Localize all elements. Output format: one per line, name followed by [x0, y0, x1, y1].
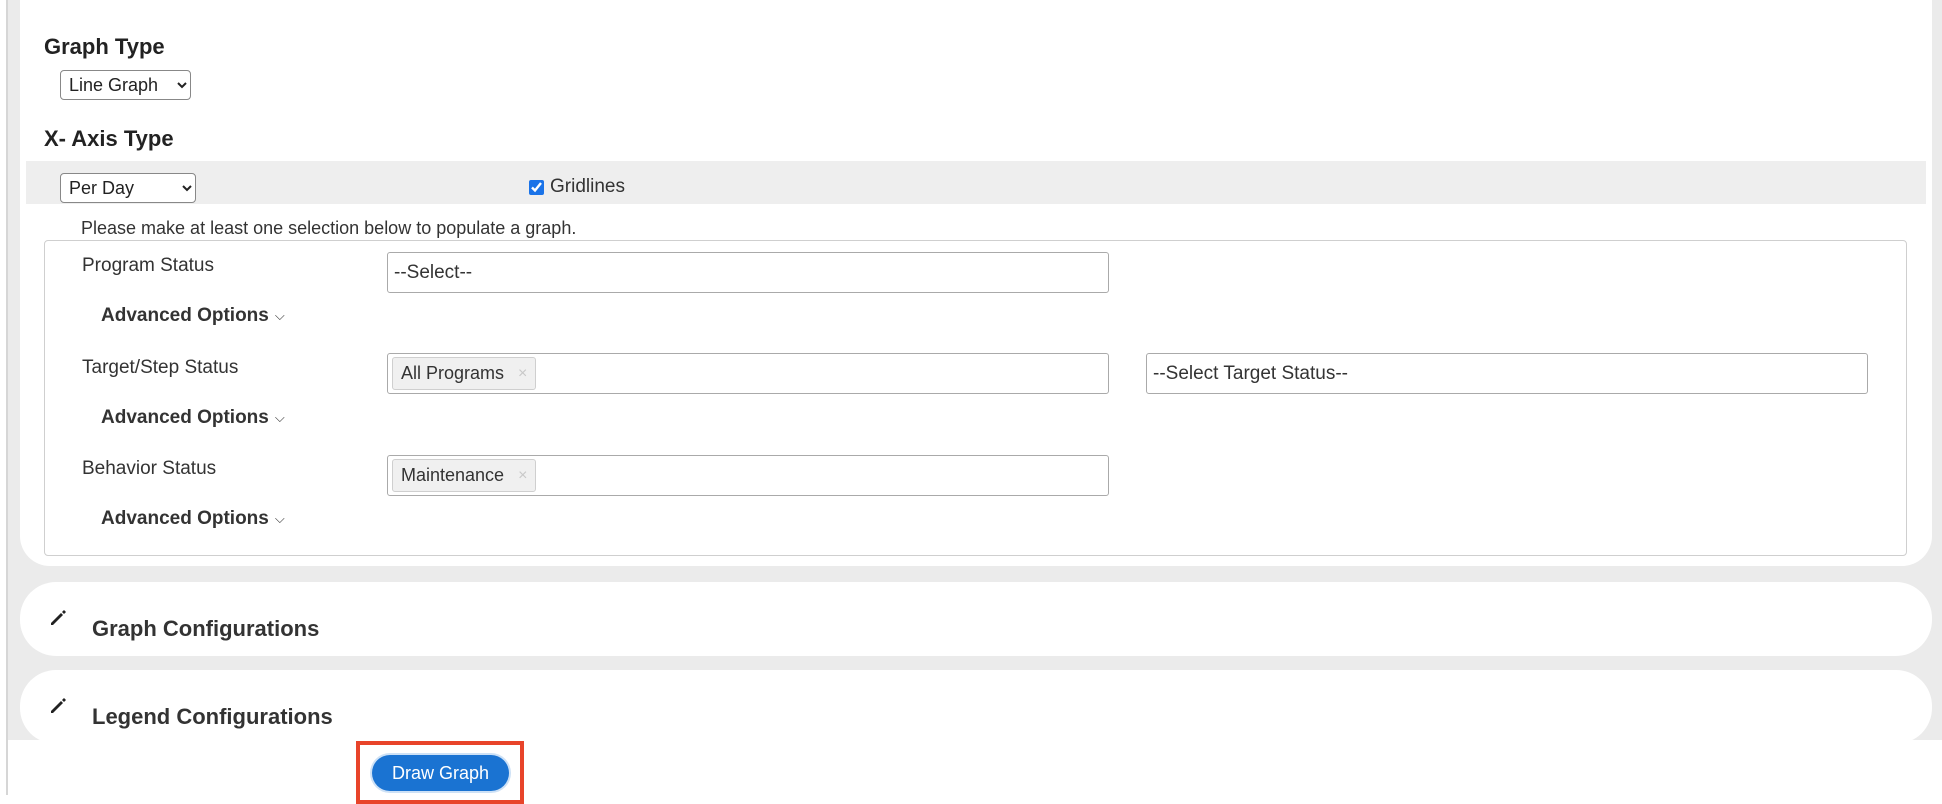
program-status-placeholder: --Select--	[394, 261, 473, 283]
x-axis-type-title: X- Axis Type	[44, 126, 174, 151]
x-axis-type-select[interactable]: Per Day	[60, 173, 196, 203]
chip-remove-icon[interactable]: ×	[518, 467, 527, 485]
selected-chip: All Programs ×	[392, 357, 537, 390]
chevron-down-icon: ⌵	[274, 410, 285, 425]
behavior-status-label: Behavior Status	[82, 458, 217, 479]
target-status-placeholder: --Select Target Status--	[1153, 362, 1349, 384]
advanced-options-label: Advanced Options	[101, 407, 269, 428]
chip-remove-icon[interactable]: ×	[518, 365, 527, 383]
advanced-options-label: Advanced Options	[101, 305, 269, 326]
x-axis-options-bar	[26, 161, 1926, 204]
graph-configurations-title[interactable]: Graph Configurations	[92, 616, 319, 642]
advanced-options-label: Advanced Options	[101, 508, 269, 529]
target-step-status-select[interactable]: All Programs ×	[387, 353, 1109, 394]
target-step-advanced-options[interactable]: Advanced Options ⌵	[101, 407, 285, 429]
gridlines-checkbox[interactable]	[529, 179, 544, 195]
behavior-status-select[interactable]: Maintenance ×	[387, 455, 1109, 496]
chip-label: Maintenance	[401, 465, 505, 485]
selected-chip: Maintenance ×	[392, 459, 537, 492]
graph-type-title: Graph Type	[44, 34, 165, 59]
gridlines-toggle[interactable]: Gridlines	[529, 176, 625, 198]
chevron-down-icon: ⌵	[274, 511, 285, 526]
graph-type-select[interactable]: Line Graph	[60, 70, 191, 100]
draw-graph-button[interactable]: Draw Graph	[372, 755, 509, 791]
selection-note: Please make at least one selection below…	[81, 218, 577, 238]
pencil-icon[interactable]	[48, 608, 68, 628]
pencil-icon[interactable]	[48, 696, 68, 716]
target-step-status-label: Target/Step Status	[82, 357, 239, 378]
program-status-label: Program Status	[82, 255, 214, 276]
page: Graph Type Line Graph X- Axis Type Per D…	[0, 0, 1942, 804]
behavior-status-advanced-options[interactable]: Advanced Options ⌵	[101, 508, 285, 530]
chevron-down-icon: ⌵	[274, 308, 285, 323]
legend-configurations-title[interactable]: Legend Configurations	[92, 704, 333, 730]
target-status-select[interactable]: --Select Target Status--	[1146, 353, 1868, 394]
gridlines-label: Gridlines	[550, 176, 625, 197]
program-status-select[interactable]: --Select--	[387, 252, 1109, 293]
program-status-advanced-options[interactable]: Advanced Options ⌵	[101, 305, 285, 327]
chip-label: All Programs	[401, 363, 505, 383]
